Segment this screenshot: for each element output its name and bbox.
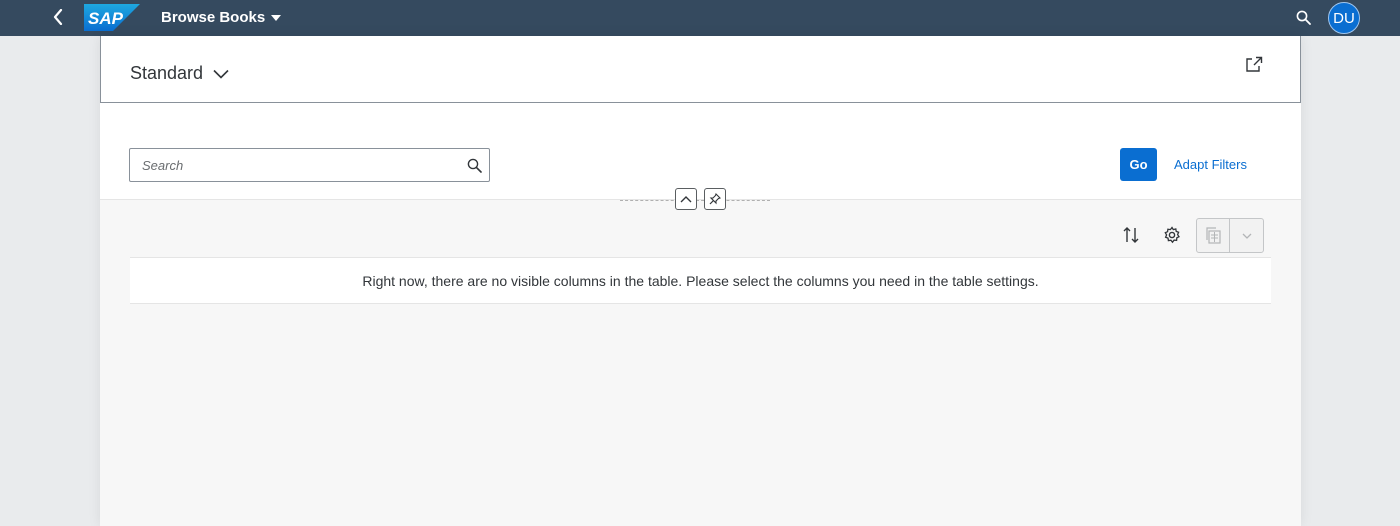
- back-button[interactable]: [46, 4, 70, 30]
- search-icon: [1296, 10, 1311, 25]
- chevron-down-icon: [1242, 233, 1251, 239]
- search-input[interactable]: [130, 149, 459, 181]
- app-title-menu[interactable]: Browse Books: [161, 7, 282, 27]
- page-header: Standard: [100, 36, 1301, 103]
- filter-bar: Go Adapt Filters: [100, 103, 1301, 200]
- export-button[interactable]: [1197, 219, 1230, 252]
- settings-icon: [1164, 226, 1180, 244]
- adapt-filters-button[interactable]: Adapt Filters: [1166, 148, 1255, 181]
- search-button[interactable]: [459, 158, 489, 173]
- search-field: [129, 148, 490, 182]
- table-no-data-text: Right now, there are no visible columns …: [130, 257, 1271, 304]
- sap-logo[interactable]: SAP: [84, 4, 140, 31]
- shell-bar: SAP Browse Books DU: [0, 0, 1400, 36]
- table-settings-button[interactable]: [1158, 222, 1186, 248]
- dynamic-page: Standard Go Adapt Filters: [100, 36, 1301, 526]
- variant-management[interactable]: Standard: [130, 63, 229, 84]
- shell-search-button[interactable]: [1292, 6, 1314, 28]
- chevron-up-icon: [680, 196, 692, 203]
- pin-header-button[interactable]: [704, 188, 726, 210]
- export-menu-button[interactable]: [1196, 218, 1264, 253]
- sort-icon: [1123, 227, 1139, 243]
- export-dropdown-arrow[interactable]: [1230, 219, 1263, 252]
- pin-icon: [709, 193, 721, 205]
- caret-down-icon: [271, 15, 282, 21]
- search-icon: [467, 158, 482, 173]
- avatar[interactable]: DU: [1328, 2, 1360, 34]
- share-button[interactable]: [1243, 53, 1265, 75]
- variant-label: Standard: [130, 63, 204, 83]
- back-arrow-icon: [53, 9, 63, 25]
- sap-logo-text: SAP: [88, 9, 124, 28]
- export-icon: [1205, 227, 1221, 244]
- collapse-header-button[interactable]: [675, 188, 697, 210]
- sort-button[interactable]: [1117, 222, 1145, 248]
- app-title: Browse Books: [161, 8, 266, 26]
- share-icon: [1246, 56, 1263, 72]
- chevron-down-icon: [213, 69, 229, 79]
- go-button[interactable]: Go: [1120, 148, 1157, 181]
